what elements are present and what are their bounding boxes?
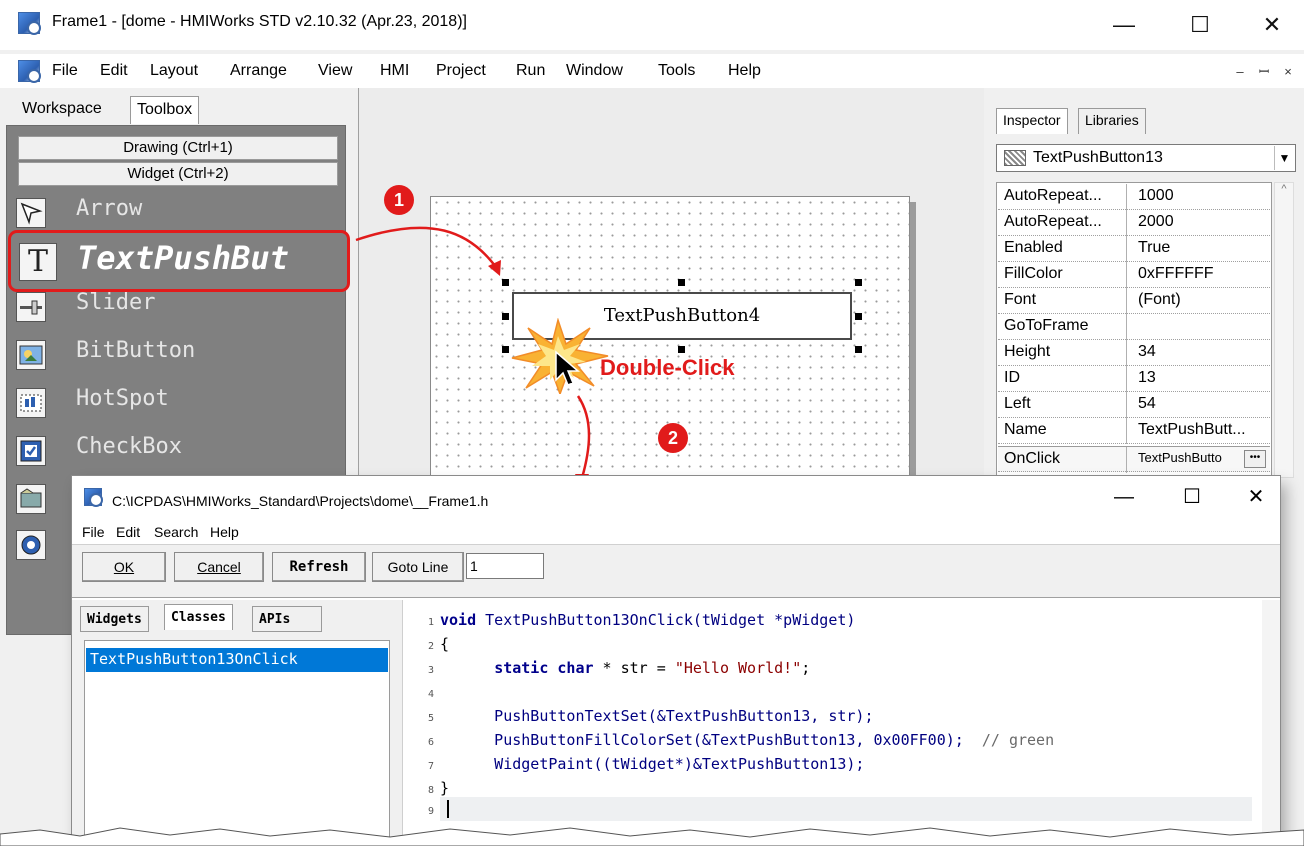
code-text: } bbox=[440, 779, 450, 797]
list-item[interactable]: TextPushButton13OnClick bbox=[86, 648, 388, 672]
code-keyword: static bbox=[494, 659, 549, 677]
code-text: ; bbox=[801, 659, 811, 677]
mouse-cursor-icon bbox=[555, 350, 581, 386]
goto-line-input[interactable]: 1 bbox=[466, 553, 544, 579]
code-line: 4 bbox=[412, 680, 440, 704]
editor-menu-edit[interactable]: Edit bbox=[116, 524, 140, 540]
editor-minimize-button[interactable]: — bbox=[1104, 482, 1144, 512]
cancel-button[interactable]: Cancel bbox=[174, 552, 264, 582]
code-text: PushButtonFillColorSet(&TextPushButton13… bbox=[440, 731, 964, 749]
current-line-highlight bbox=[440, 797, 1252, 821]
step-1-badge: 1 bbox=[384, 185, 414, 215]
editor-menu-search[interactable]: Search bbox=[154, 524, 198, 540]
code-line: 7 WidgetPaint((tWidget*)&TextPushButton1… bbox=[412, 752, 864, 776]
code-comment: // green bbox=[963, 731, 1055, 749]
goto-line-button[interactable]: Goto Line bbox=[372, 552, 464, 582]
step-2-badge: 2 bbox=[658, 423, 688, 453]
code-keyword: void bbox=[440, 611, 477, 629]
code-line: 2{ bbox=[412, 632, 449, 656]
code-line: 6 PushButtonFillColorSet(&TextPushButton… bbox=[412, 728, 1054, 752]
torn-edge-decoration bbox=[0, 827, 1304, 846]
ok-button[interactable]: OK bbox=[82, 552, 166, 582]
editor-maximize-button[interactable]: ☐ bbox=[1172, 482, 1212, 512]
code-line: 9 bbox=[412, 797, 440, 821]
code-text: WidgetPaint((tWidget*)&TextPushButton13)… bbox=[440, 755, 865, 773]
code-keyword: char bbox=[557, 659, 594, 677]
code-line: 5 PushButtonTextSet(&TextPushButton13, s… bbox=[412, 704, 874, 728]
code-line: 3 static char * str = "Hello World!"; bbox=[412, 656, 810, 680]
code-string: "Hello World!" bbox=[674, 659, 802, 677]
text-caret bbox=[447, 800, 449, 818]
code-scrollbar[interactable] bbox=[1262, 600, 1280, 846]
code-text: * str = bbox=[593, 659, 675, 677]
editor-close-button[interactable]: ✕ bbox=[1236, 482, 1276, 512]
refresh-button[interactable]: Refresh bbox=[272, 552, 366, 582]
editor-title: C:\ICPDAS\HMIWorks_Standard\Projects\dom… bbox=[112, 493, 489, 509]
editor-menu-file[interactable]: File bbox=[82, 524, 105, 540]
tab-classes[interactable]: Classes bbox=[164, 604, 233, 630]
code-text: { bbox=[440, 635, 450, 653]
double-click-label: Double-Click bbox=[600, 355, 735, 380]
code-line: 1 void TextPushButton13OnClick(tWidget *p… bbox=[412, 608, 855, 632]
editor-app-icon bbox=[84, 488, 103, 507]
tab-widgets[interactable]: Widgets bbox=[80, 606, 149, 632]
editor-menu-help[interactable]: Help bbox=[210, 524, 239, 540]
code-text: PushButtonTextSet(&TextPushButton13, str… bbox=[440, 707, 874, 725]
code-text: TextPushButton13OnClick(tWidget *pWidget… bbox=[476, 611, 856, 629]
tab-apis[interactable]: APIs bbox=[252, 606, 322, 632]
